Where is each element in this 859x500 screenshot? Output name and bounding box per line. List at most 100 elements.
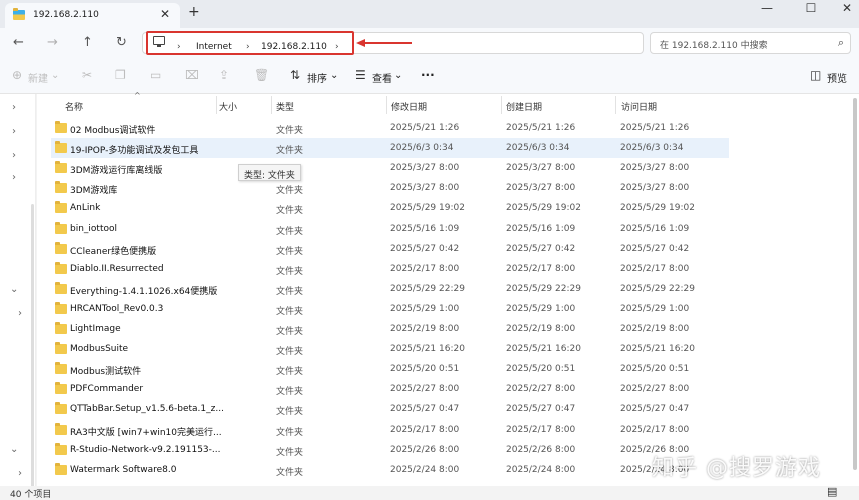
new-tab-button[interactable]: + [188, 4, 200, 20]
new-button[interactable]: 新建 [28, 70, 48, 85]
file-accessed-date: 2025/5/29 22:29 [620, 283, 695, 294]
table-row[interactable]: HRCANTool_Rev0.0.3 文件夹 2025/5/29 1:00 2025/… [51, 299, 729, 319]
column-header-created[interactable]: 创建日期 [506, 100, 542, 113]
column-divider[interactable] [216, 96, 217, 114]
file-modified-date: 2025/5/29 1:00 [390, 303, 460, 314]
table-row[interactable]: 19-IPOP-多功能调试及发包工具 文件夹 2025/6/3 0:34 2025/6… [51, 138, 729, 159]
file-modified-date: 2025/5/16 1:09 [390, 223, 460, 234]
file-modified-date: 2025/5/29 19:02 [390, 203, 465, 214]
share-icon[interactable]: ⇪ [219, 68, 229, 82]
file-created-date: 2025/5/29 1:00 [506, 303, 576, 314]
close-window-button[interactable]: ✕ [832, 1, 859, 15]
paste-icon[interactable]: ▭ [150, 68, 161, 82]
expand-chevron-icon[interactable]: › [18, 468, 22, 479]
file-accessed-date: 2025/3/27 8:00 [620, 163, 690, 174]
table-row[interactable]: Modbus测试软件 文件夹 2025/5/20 0:51 2025/5/20 0:5… [51, 359, 729, 379]
tab-current[interactable]: 192.168.2.110 ✕ [5, 3, 180, 28]
file-name: QTTabBar.Setup_v1.5.6-beta.1_z... [70, 404, 224, 415]
folder-icon [55, 442, 67, 455]
column-header-name[interactable]: 名称 [65, 100, 83, 113]
table-row[interactable]: ModbusSuite 文件夹 2025/5/21 16:20 2025/5/21 1… [51, 339, 729, 359]
table-row[interactable]: LightImage 文件夹 2025/2/19 8:00 2025/2/19 8:0… [51, 319, 729, 339]
back-arrow-icon[interactable]: ← [13, 35, 24, 50]
expand-chevron-icon[interactable]: › [12, 150, 16, 161]
nav-scrollbar[interactable] [31, 204, 34, 500]
file-modified-date: 2025/2/17 8:00 [390, 424, 460, 435]
search-input[interactable]: 在 192.168.2.110 中搜索 ⌕ [650, 32, 851, 54]
file-created-date: 2025/5/27 0:42 [506, 243, 576, 254]
column-divider[interactable] [615, 96, 616, 114]
up-arrow-icon[interactable]: ↑ [82, 35, 93, 50]
maximize-button[interactable]: ☐ [796, 1, 826, 15]
copy-icon[interactable]: ❐ [115, 68, 126, 82]
table-row[interactable]: QTTabBar.Setup_v1.5.6-beta.1_z... 文件夹 2025… [51, 399, 729, 419]
sort-button[interactable]: 排序 [307, 70, 327, 85]
file-name: HRCANTool_Rev0.0.3 [70, 303, 164, 314]
table-row[interactable]: RA3中文版 [win7+win10完美运行... 文件夹 2025/2/17 8:… [51, 420, 729, 440]
vertical-scrollbar[interactable] [853, 98, 857, 470]
file-type: 文件夹 [276, 146, 304, 157]
address-highlight-box [146, 31, 354, 55]
column-header-modified[interactable]: 修改日期 [391, 100, 427, 113]
file-created-date: 2025/6/3 0:34 [506, 143, 570, 154]
column-header-type[interactable]: 类型 [276, 100, 294, 113]
delete-icon[interactable]: 🗑 [254, 68, 269, 82]
file-accessed-date: 2025/2/19 8:00 [620, 324, 690, 334]
collapse-chevron-icon[interactable]: ⌄ [10, 284, 18, 295]
file-type: 文件夹 [276, 467, 304, 478]
details-view-icon[interactable]: ▤ [827, 485, 837, 498]
rename-icon[interactable]: ⌧ [185, 68, 199, 82]
folder-icon [55, 161, 67, 174]
collapse-chevron-icon[interactable]: ⌄ [10, 444, 18, 455]
expand-chevron-icon[interactable]: › [12, 102, 16, 113]
refresh-icon[interactable]: ↻ [116, 35, 127, 50]
file-created-date: 2025/2/24 8:00 [506, 464, 576, 475]
file-type: 文件夹 [276, 286, 304, 297]
table-row[interactable]: bin_iottool 文件夹 2025/5/16 1:09 2025/5/16 1:… [51, 219, 729, 239]
file-accessed-date: 2025/2/17 8:00 [620, 424, 690, 435]
more-options-button[interactable]: ··· [421, 68, 435, 82]
expand-chevron-icon[interactable]: › [12, 126, 16, 137]
file-created-date: 2025/2/26 8:00 [506, 444, 576, 455]
file-modified-date: 2025/5/27 0:47 [390, 404, 460, 415]
file-type: 文件夹 [276, 427, 304, 438]
folder-icon [55, 181, 67, 194]
file-type: 文件夹 [276, 186, 304, 197]
column-header-size[interactable]: 大小 [219, 100, 237, 113]
folder-icon [13, 8, 25, 20]
new-dropdown-icon[interactable]: ⌄ [51, 70, 59, 81]
expand-chevron-icon[interactable]: › [18, 308, 22, 319]
file-created-date: 2025/5/21 1:26 [506, 123, 576, 133]
sort-dropdown-icon[interactable]: ⌄ [330, 70, 338, 81]
table-row[interactable]: Everything-1.4.1.1026.x64便携版 文件夹 2025/5/29… [51, 279, 729, 299]
table-row[interactable]: 02 Modbus调试软件 文件夹 2025/5/21 1:26 2025/5/21 … [51, 118, 729, 138]
table-row[interactable]: AnLink 文件夹 2025/5/29 19:02 2025/5/29 19:02 2… [51, 198, 729, 218]
file-created-date: 2025/5/29 22:29 [506, 283, 581, 294]
preview-button[interactable]: 预览 [827, 70, 847, 85]
column-divider[interactable] [271, 96, 272, 114]
table-row[interactable]: 3DM游戏运行库离线版 2025/3/27 8:00 2025/3/27 8:00 2… [51, 158, 729, 178]
table-row[interactable]: PDFCommander 文件夹 2025/2/27 8:00 2025/2/27 8… [51, 379, 729, 399]
table-row[interactable]: CCleaner绿色便携版 文件夹 2025/5/27 0:42 2025/5/27 … [51, 239, 729, 259]
table-row[interactable]: Watermark Software8.0 文件夹 2025/2/24 8:00 20… [51, 460, 729, 480]
tab-close-icon[interactable]: ✕ [160, 7, 170, 21]
view-dropdown-icon[interactable]: ⌄ [394, 70, 402, 81]
folder-icon [55, 141, 67, 154]
table-row[interactable]: Diablo.II.Resurrected 文件夹 2025/2/17 8:00 20… [51, 259, 729, 279]
file-accessed-date: 2025/2/17 8:00 [620, 263, 690, 274]
table-row[interactable]: R-Studio-Network-v9.2.191153-... 文件夹 2025/… [51, 440, 729, 460]
folder-icon [55, 402, 67, 415]
column-header-accessed[interactable]: 访问日期 [621, 100, 657, 113]
cut-icon[interactable]: ✂ [82, 68, 92, 82]
view-button[interactable]: 查看 [372, 70, 392, 85]
forward-arrow-icon[interactable]: → [47, 35, 58, 50]
file-type: 文件夹 [276, 407, 304, 418]
column-divider[interactable] [501, 96, 502, 114]
column-divider[interactable] [386, 96, 387, 114]
view-icon: ☰ [355, 68, 366, 82]
expand-chevron-icon[interactable]: › [12, 172, 16, 183]
table-row[interactable]: 3DM游戏库 文件夹 2025/3/27 8:00 2025/3/27 8:00 202… [51, 178, 729, 198]
minimize-button[interactable]: — [752, 1, 782, 15]
file-modified-date: 2025/2/24 8:00 [390, 464, 460, 475]
file-type: 文件夹 [276, 306, 304, 317]
